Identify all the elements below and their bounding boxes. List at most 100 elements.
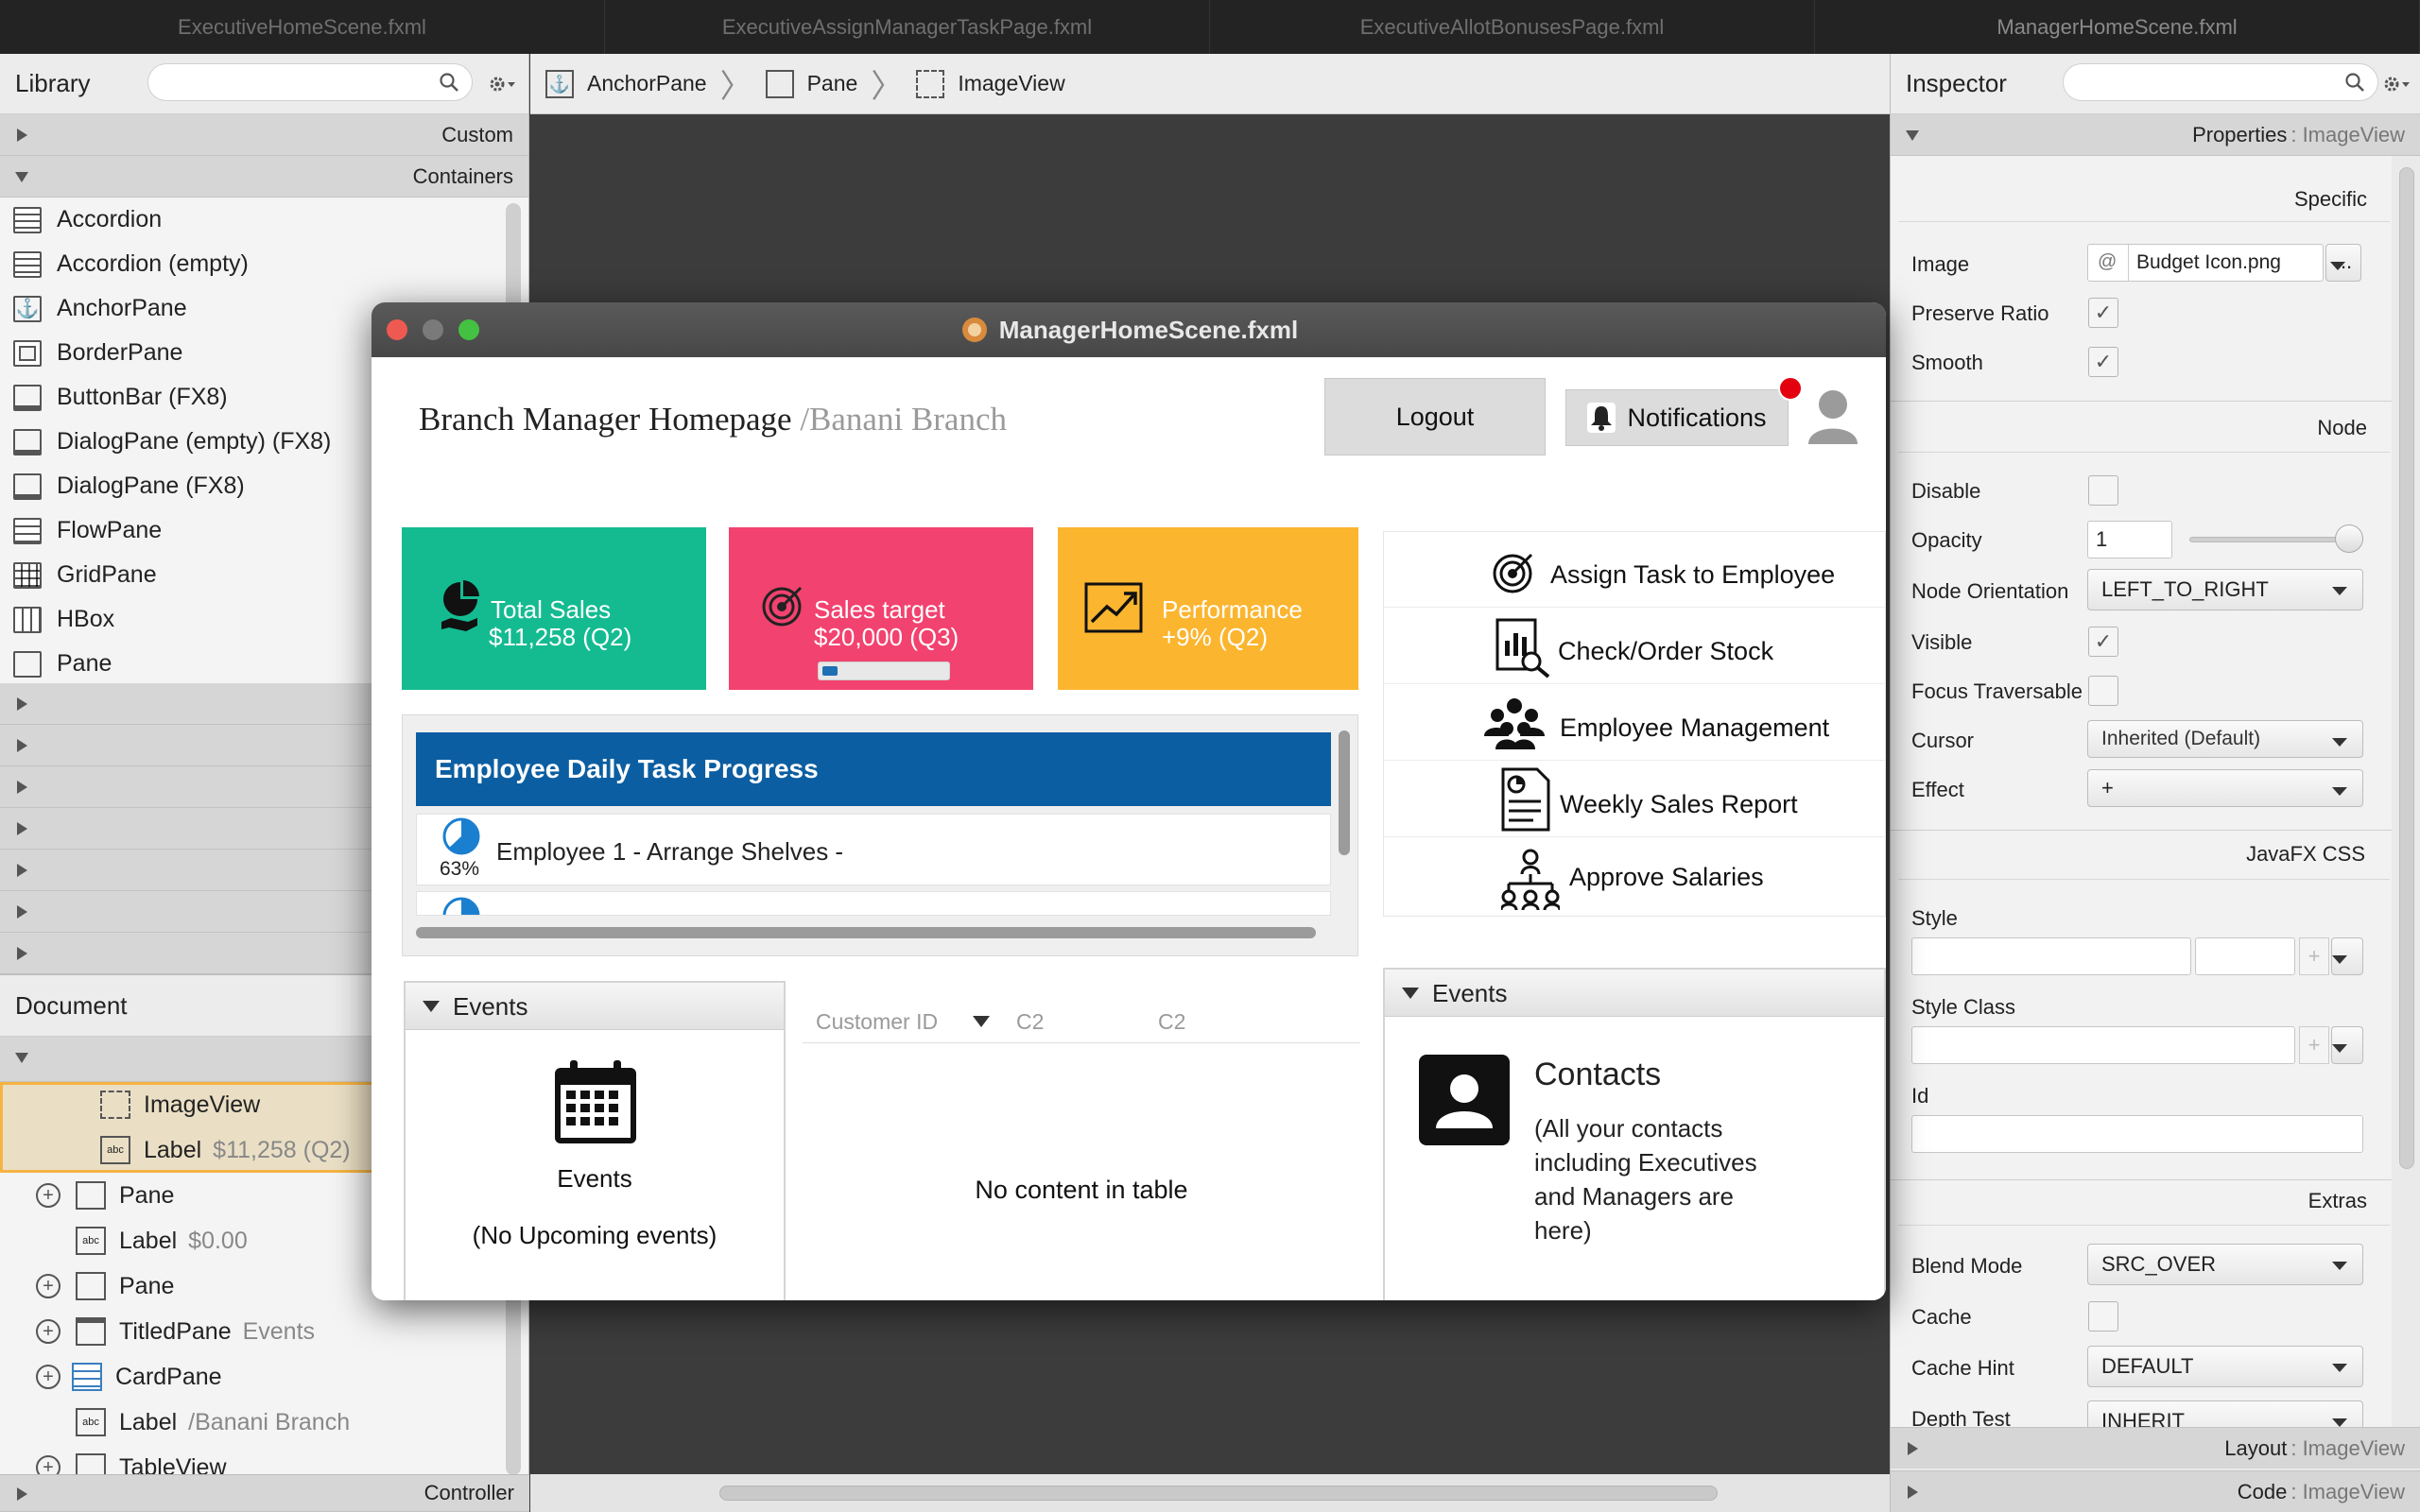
expand-plus-icon[interactable]: + [36,1365,60,1389]
divider [1898,1225,2390,1226]
library-item-accordion-empty[interactable]: Accordion (empty) [0,242,528,286]
maximize-window-button[interactable] [458,319,479,340]
org-chart-icon [1501,849,1560,910]
close-window-button[interactable] [387,319,407,340]
controller-section[interactable]: Controller [0,1474,529,1512]
bell-icon [1587,403,1616,433]
collapse-arrow-icon [15,172,28,182]
blend-mode-select[interactable]: SRC_OVER [2087,1244,2363,1285]
action-check-stock[interactable]: Check/Order Stock [1384,609,1886,684]
divider [1891,1179,2392,1180]
expand-plus-icon[interactable]: + [36,1319,60,1344]
properties-section-header[interactable]: Properties: ImageView [1891,114,2420,156]
smooth-label: Smooth [1911,351,1983,374]
flowpane-icon [13,517,42,544]
style-value-field[interactable] [2195,937,2295,975]
inventory-search-icon [1495,618,1550,679]
inspector-scrollbar[interactable] [2399,167,2414,1169]
total-sales-card[interactable]: Total Sales $11,258 (Q2) [402,527,706,690]
opacity-slider-thumb[interactable] [2335,524,2363,553]
tree-item-label-branch[interactable]: abc Label/Banani Branch [0,1400,528,1445]
tab-executive-allot-bonuses[interactable]: ExecutiveAllotBonusesPage.fxml [1210,0,1815,54]
section-node: Node [2317,416,2367,439]
style-class-menu-button[interactable] [2331,1026,2363,1064]
cache-hint-select[interactable]: DEFAULT [2087,1346,2363,1387]
task-list-item-partial[interactable] [416,891,1331,916]
action-approve-salaries[interactable]: Approve Salaries [1384,838,1886,918]
expand-plus-icon[interactable]: + [36,1183,60,1208]
image-browse-button[interactable]: ... [2325,244,2361,282]
cache-checkbox[interactable] [2088,1301,2118,1332]
focus-traversable-checkbox[interactable] [2088,676,2118,706]
style-field[interactable] [1911,937,2191,975]
logout-button[interactable]: Logout [1324,378,1546,455]
cache-hint-label: Cache Hint [1911,1356,2014,1380]
depth-test-select[interactable]: INHERIT [2087,1400,2363,1427]
task-progress-title: Employee Daily Task Progress [435,754,819,783]
minimize-window-button[interactable] [423,319,443,340]
library-item-label: BorderPane [57,339,183,366]
tab-executive-assign-task[interactable]: ExecutiveAssignManagerTaskPage.fxml [605,0,1210,54]
search-icon [440,73,458,92]
expand-plus-icon[interactable]: + [36,1274,60,1298]
gear-icon[interactable] [488,73,516,95]
visible-checkbox[interactable]: ✓ [2088,627,2118,657]
inspector-search-input[interactable] [2063,63,2378,101]
effect-select[interactable]: + [2087,769,2363,807]
tree-item-titledpane[interactable]: + TitledPane Events [0,1309,528,1354]
controller-label: Controller [424,1481,514,1504]
breadcrumb-imageview[interactable]: ImageView [958,71,1064,96]
style-class-add-button[interactable]: + [2299,1026,2329,1064]
breadcrumb-pane[interactable]: Pane [807,71,858,96]
preserve-ratio-checkbox[interactable]: ✓ [2088,298,2118,328]
image-field[interactable]: @ Budget Icon.png [2087,244,2324,282]
tree-item-cardpane[interactable]: + CardPane [0,1354,528,1400]
sort-arrow-icon[interactable] [973,1016,990,1027]
action-assign-task[interactable]: Assign Task to Employee [1384,532,1886,608]
smooth-checkbox[interactable]: ✓ [2088,347,2118,377]
tree-item-tableview[interactable]: + TableView [0,1445,528,1477]
library-item-accordion[interactable]: Accordion [0,198,528,242]
performance-card[interactable]: Performance +9% (Q2) [1058,527,1358,690]
node-orientation-select[interactable]: LEFT_TO_RIGHT [2087,569,2363,610]
contacts-pane-header[interactable]: Events [1385,970,1884,1017]
column-header-c2[interactable]: C2 [1016,1009,1044,1035]
opacity-field[interactable]: 1 [2087,521,2172,558]
library-section-custom[interactable]: Custom [0,114,528,156]
cursor-select[interactable]: Inherited (Default) [2087,720,2363,758]
column-header-c2-2[interactable]: C2 [1158,1009,1185,1035]
user-avatar-icon[interactable] [1805,386,1861,448]
canvas-horizontal-scrollbar[interactable] [530,1474,1890,1512]
action-employee-management[interactable]: Employee Management [1384,685,1886,761]
document-title: Document [15,990,128,1020]
task-horizontal-scrollbar[interactable] [416,927,1316,938]
notifications-button[interactable]: Notifications [1565,389,1789,446]
tab-manager-home[interactable]: ManagerHomeScene.fxml [1815,0,2420,54]
id-field[interactable] [1911,1115,2363,1153]
gear-icon[interactable] [2382,73,2411,95]
library-search-input[interactable] [147,63,473,101]
column-header-customer-id[interactable]: Customer ID [816,1009,938,1035]
style-add-button[interactable]: + [2299,937,2329,975]
sales-target-card[interactable]: Sales target $20,000 (Q3) [729,527,1033,690]
events-pane-header[interactable]: Events [406,983,784,1030]
style-menu-button[interactable] [2331,937,2363,975]
action-weekly-sales-report[interactable]: Weekly Sales Report [1384,762,1886,837]
task-vertical-scrollbar[interactable] [1339,730,1350,855]
opacity-slider-track[interactable] [2189,537,2356,542]
task-list-item[interactable]: 63% Employee 1 - Arrange Shelves - [416,814,1331,885]
section-specific: Specific [2293,187,2367,211]
report-icon [1501,767,1550,832]
cursor-label: Cursor [1911,729,1975,752]
layout-section-header[interactable]: Layout: ImageView [1891,1427,2420,1469]
tab-executive-home[interactable]: ExecutiveHomeScene.fxml [0,0,605,54]
customer-table[interactable]: Customer ID C2 C2 No content in table [803,981,1360,1300]
breadcrumb-anchorpane[interactable]: AnchorPane [587,71,707,96]
style-class-field[interactable] [1911,1026,2295,1064]
disable-checkbox[interactable] [2088,475,2118,506]
scroll-thumb[interactable] [719,1486,1718,1501]
library-item-label: Accordion [57,206,163,232]
pane-icon [76,1272,106,1300]
code-section-header[interactable]: Code: ImageView [1891,1470,2420,1512]
library-section-containers[interactable]: Containers [0,156,528,198]
